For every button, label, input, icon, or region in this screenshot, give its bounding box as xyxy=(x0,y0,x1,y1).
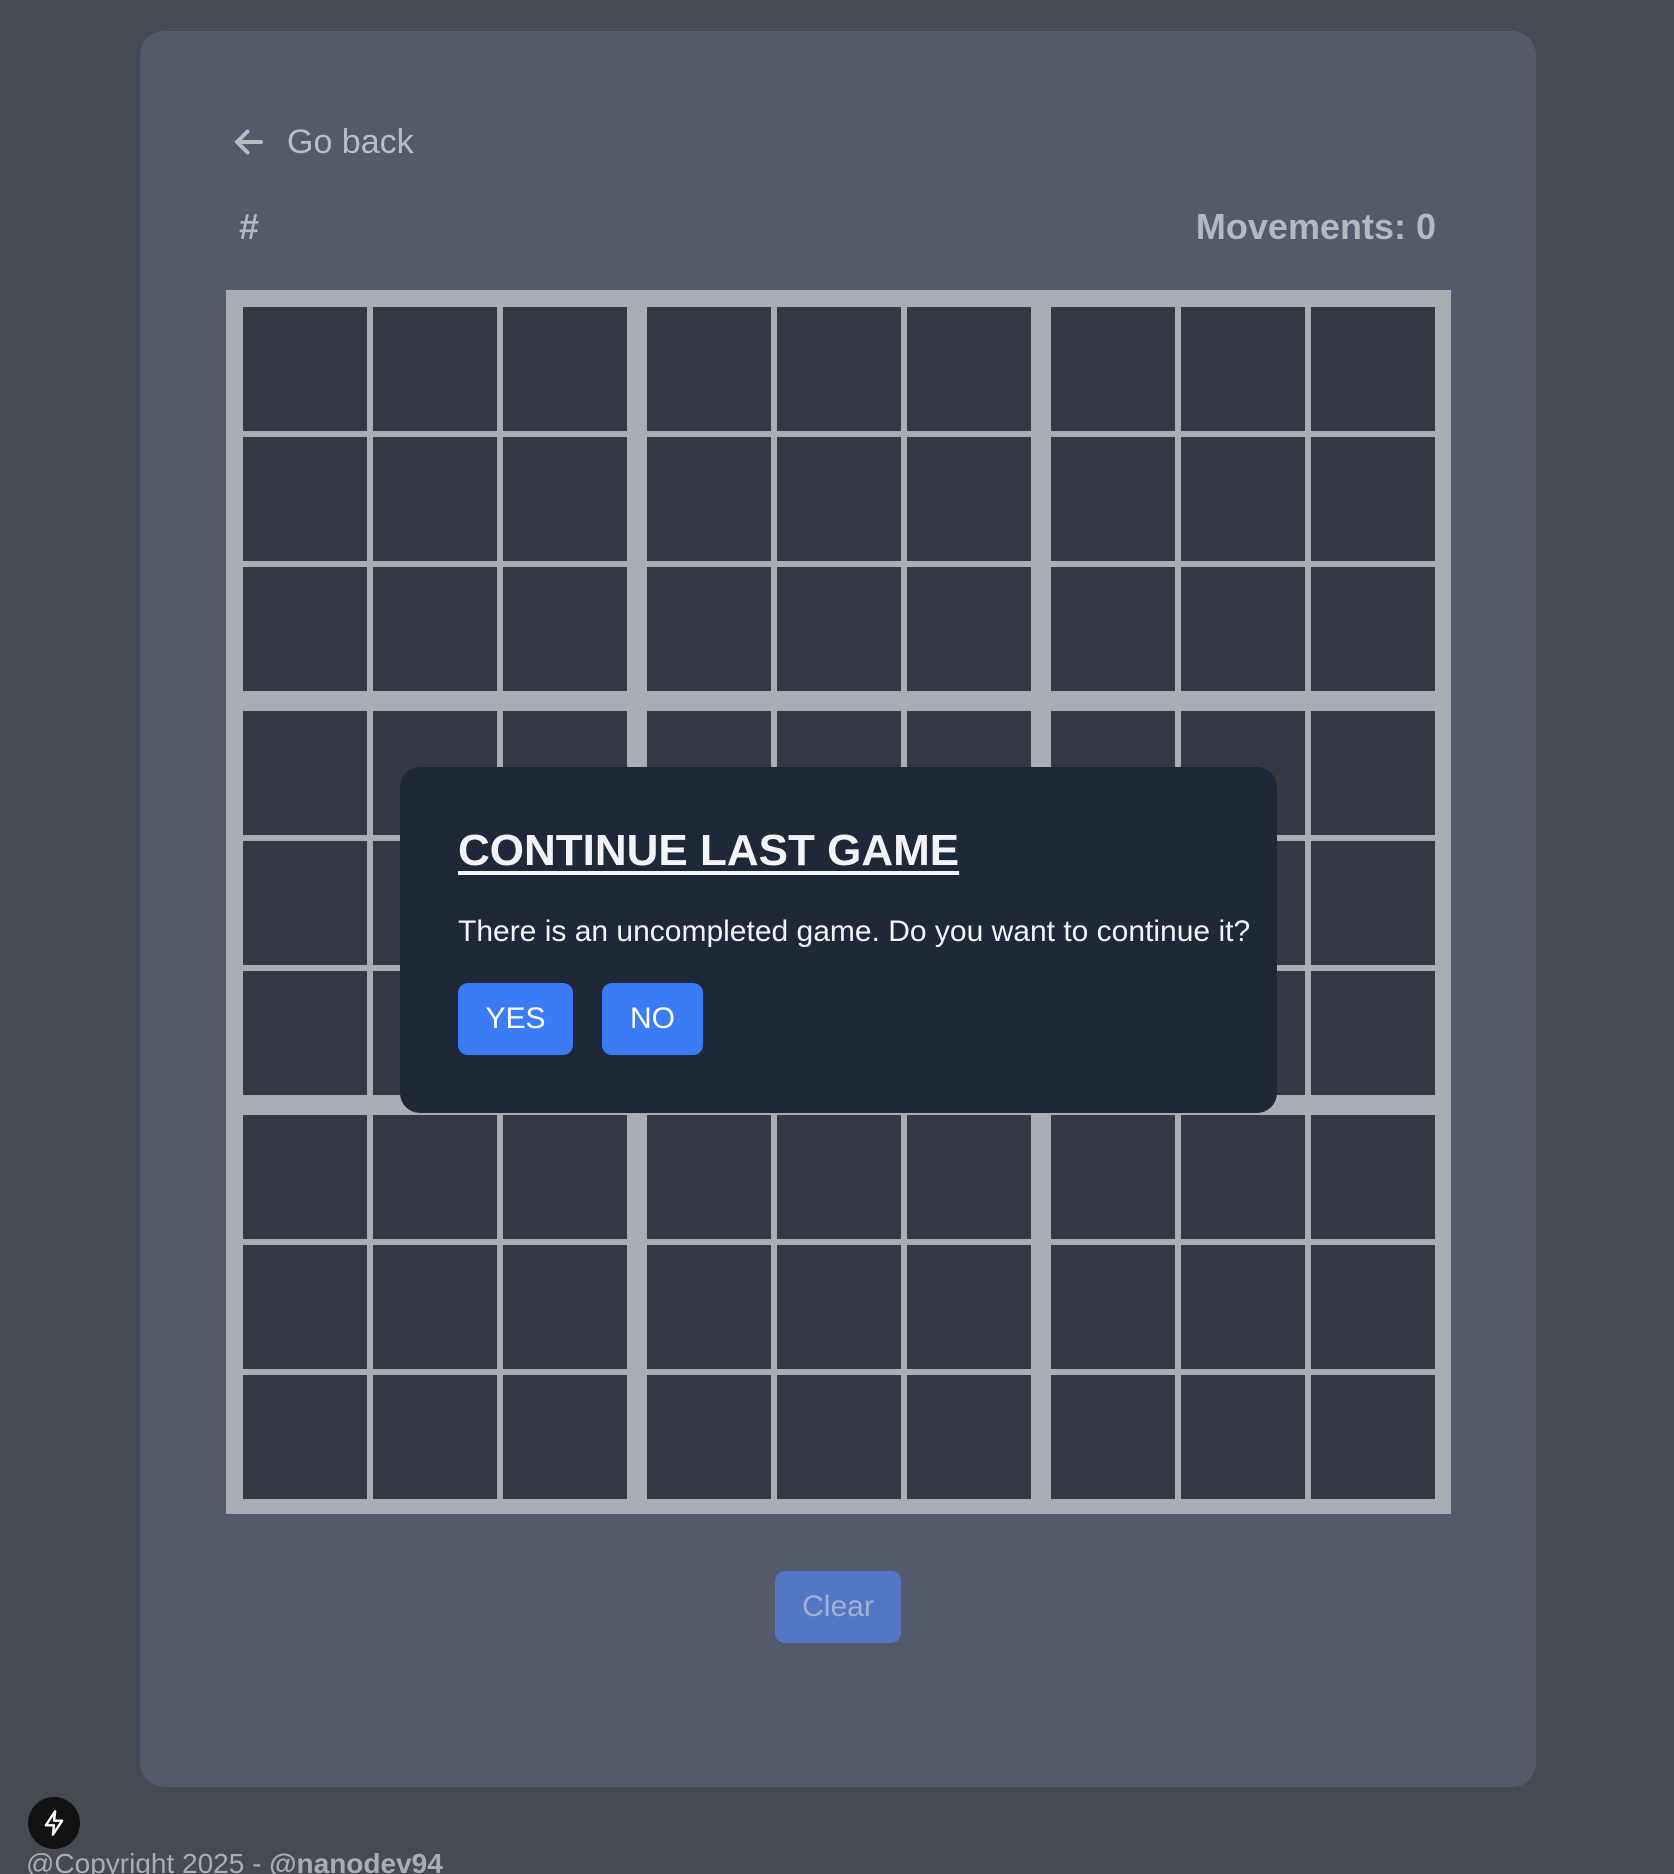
board-cell[interactable] xyxy=(647,307,771,431)
board-cell[interactable] xyxy=(777,437,901,561)
board-cell[interactable] xyxy=(1181,307,1305,431)
board-cell[interactable] xyxy=(1051,1375,1175,1499)
board-cell[interactable] xyxy=(907,567,1031,691)
page: Go back # Movements: 0 Clear CONTINUE LA… xyxy=(0,0,1674,1874)
dialog-message: There is an uncompleted game. Do you wan… xyxy=(458,915,1251,948)
lightning-bolt-icon xyxy=(44,1810,64,1836)
board-cell[interactable] xyxy=(373,567,497,691)
board-cell[interactable] xyxy=(503,567,627,691)
board-cell[interactable] xyxy=(1311,971,1435,1095)
board-cell[interactable] xyxy=(647,1115,771,1239)
clear-button[interactable]: Clear xyxy=(775,1571,901,1643)
continue-game-dialog: CONTINUE LAST GAME There is an uncomplet… xyxy=(400,767,1277,1113)
board-cell[interactable] xyxy=(1181,1115,1305,1239)
no-button[interactable]: NO xyxy=(602,983,703,1055)
board-cell[interactable] xyxy=(777,1375,901,1499)
board-cell[interactable] xyxy=(907,437,1031,561)
arrow-left-icon xyxy=(235,129,263,155)
board-cell[interactable] xyxy=(503,1375,627,1499)
board-cell[interactable] xyxy=(777,1115,901,1239)
board-cell[interactable] xyxy=(373,1245,497,1369)
board-cell[interactable] xyxy=(647,437,771,561)
board-cell[interactable] xyxy=(373,437,497,561)
board-cell[interactable] xyxy=(1181,437,1305,561)
board-cell[interactable] xyxy=(1311,437,1435,561)
board-cell[interactable] xyxy=(1181,1245,1305,1369)
board-cell[interactable] xyxy=(777,307,901,431)
board-cell[interactable] xyxy=(373,1115,497,1239)
board-cell[interactable] xyxy=(243,711,367,835)
board-cell[interactable] xyxy=(243,971,367,1095)
board-cell[interactable] xyxy=(1181,1375,1305,1499)
board-cell[interactable] xyxy=(243,1115,367,1239)
movements-counter: Movements: 0 xyxy=(1195,206,1436,247)
board-cell[interactable] xyxy=(1311,1245,1435,1369)
board-cell[interactable] xyxy=(907,1245,1031,1369)
board-cell[interactable] xyxy=(503,1115,627,1239)
board-cell[interactable] xyxy=(243,307,367,431)
go-back-link[interactable]: Go back xyxy=(231,120,414,164)
dev-tools-badge[interactable] xyxy=(28,1797,80,1849)
board-cell[interactable] xyxy=(1181,567,1305,691)
board-cell[interactable] xyxy=(647,1245,771,1369)
board-cell[interactable] xyxy=(1311,567,1435,691)
board-cell[interactable] xyxy=(1311,1115,1435,1239)
board-cell[interactable] xyxy=(777,1245,901,1369)
author-link[interactable]: @nanodev94 xyxy=(269,1848,443,1874)
board-cell[interactable] xyxy=(243,1375,367,1499)
board-cell[interactable] xyxy=(1051,567,1175,691)
board-cell[interactable] xyxy=(243,841,367,965)
board-cell[interactable] xyxy=(777,567,901,691)
board-cell[interactable] xyxy=(1051,1115,1175,1239)
board-cell[interactable] xyxy=(503,437,627,561)
footer: @Copyright 2025 - @nanodev94 xyxy=(26,1848,443,1874)
board-cell[interactable] xyxy=(1051,437,1175,561)
board-cell[interactable] xyxy=(1311,307,1435,431)
board-cell[interactable] xyxy=(373,1375,497,1499)
board-cell[interactable] xyxy=(373,307,497,431)
board-cell[interactable] xyxy=(243,567,367,691)
board-cell[interactable] xyxy=(243,437,367,561)
yes-button[interactable]: YES xyxy=(458,983,573,1055)
dialog-title: CONTINUE LAST GAME xyxy=(458,826,960,875)
board-cell[interactable] xyxy=(647,1375,771,1499)
board-cell[interactable] xyxy=(1051,307,1175,431)
board-cell[interactable] xyxy=(907,1375,1031,1499)
board-cell[interactable] xyxy=(503,307,627,431)
board-cell[interactable] xyxy=(503,1245,627,1369)
copyright-text: @Copyright 2025 - xyxy=(26,1848,270,1874)
board-cell[interactable] xyxy=(1311,841,1435,965)
board-cell[interactable] xyxy=(243,1245,367,1369)
board-cell[interactable] xyxy=(1311,711,1435,835)
board-cell[interactable] xyxy=(647,567,771,691)
board-cell[interactable] xyxy=(1051,1245,1175,1369)
board-cell[interactable] xyxy=(907,307,1031,431)
game-id: # xyxy=(239,206,260,247)
board-cell[interactable] xyxy=(907,1115,1031,1239)
board-cell[interactable] xyxy=(1311,1375,1435,1499)
go-back-label: Go back xyxy=(287,122,414,161)
